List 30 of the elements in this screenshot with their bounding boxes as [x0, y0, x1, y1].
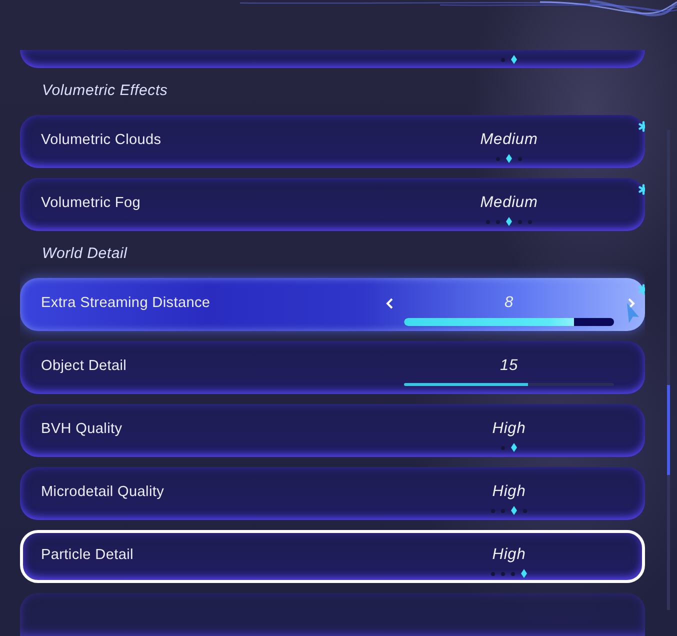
section-heading: Volumetric Effects	[41, 81, 169, 101]
scrollbar-thumb[interactable]	[667, 385, 670, 475]
setting-label: BVH Quality	[41, 420, 122, 439]
setting-row[interactable]: Extra Streaming Distance 8	[20, 278, 645, 331]
section-heading: World Detail	[41, 244, 128, 264]
setting-label: Volumetric Clouds	[41, 131, 162, 150]
setting-label: Particle Detail	[41, 546, 134, 565]
setting-label: Extra Streaming Distance	[41, 294, 210, 313]
setting-row[interactable]: BVH Quality High	[20, 404, 645, 457]
setting-row[interactable]: Volumetric Fog Medium	[20, 178, 645, 231]
slider-track[interactable]	[404, 383, 614, 386]
setting-row[interactable]: Volumetric Clouds Medium	[20, 115, 645, 168]
setting-value: High	[492, 482, 526, 502]
setting-row[interactable]	[20, 50, 645, 68]
slider-track[interactable]	[404, 318, 614, 326]
setting-label: Object Detail	[41, 357, 127, 376]
setting-label: Volumetric Fog	[41, 194, 141, 213]
setting-value: 15	[500, 356, 518, 376]
chevron-left-icon[interactable]	[386, 298, 392, 308]
setting-value: Medium	[480, 130, 538, 150]
setting-row[interactable]: Object Detail 15	[20, 341, 645, 394]
setting-value: High	[492, 419, 526, 439]
setting-value: High	[492, 545, 526, 565]
setting-row[interactable]: Particle Detail High	[20, 530, 645, 583]
chevron-right-icon[interactable]	[628, 298, 635, 308]
setting-label: Microdetail Quality	[41, 483, 164, 502]
setting-row[interactable]: Microdetail Quality High	[20, 467, 645, 520]
setting-value: Medium	[480, 193, 538, 213]
setting-value: 8	[504, 293, 514, 313]
mouse-pointer-icon	[626, 302, 640, 324]
